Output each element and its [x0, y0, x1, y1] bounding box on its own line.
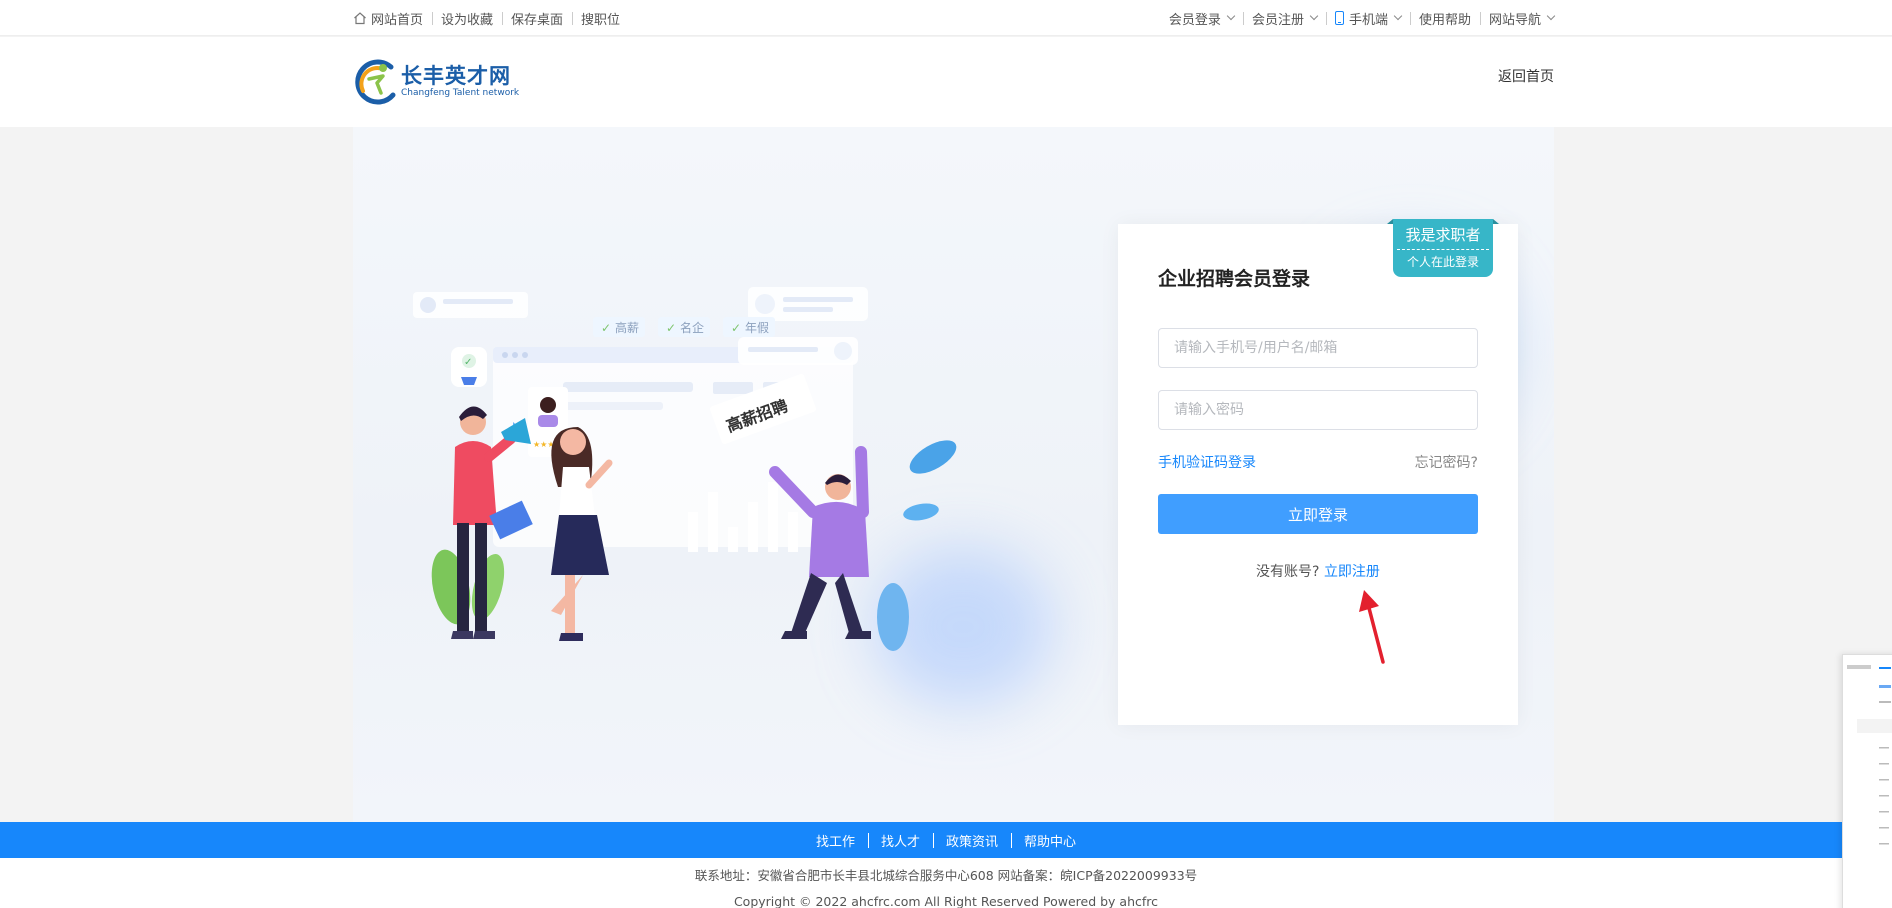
footer-copyright: Copyright © 2022 ahcfrc.com All Right Re…: [733, 894, 1159, 908]
topbar-home-link[interactable]: 网站首页: [353, 9, 432, 28]
back-home-link[interactable]: 返回首页: [1498, 66, 1554, 86]
login-title: 企业招聘会员登录: [1158, 268, 1311, 290]
mobile-menu[interactable]: 手机端: [1325, 9, 1410, 28]
footer-policy-news-link[interactable]: 政策资讯: [933, 831, 1011, 850]
login-button[interactable]: 立即登录: [1158, 494, 1478, 534]
svg-text:✓: ✓: [666, 321, 676, 335]
mobile-label: 手机端: [1348, 12, 1388, 28]
svg-text:✓: ✓: [464, 357, 472, 368]
topbar-save-desktop-link[interactable]: 保存桌面: [502, 9, 572, 28]
logo-mark-icon: [355, 59, 396, 105]
tag-high-salary: ✓ 高薪: [593, 317, 645, 337]
svg-text:年假: 年假: [745, 321, 769, 335]
footer-find-talent-link[interactable]: 找人才: [867, 831, 933, 850]
top-bar-left: 网站首页 设为收藏 保存桌面 搜职位: [353, 9, 620, 28]
footer-find-job-link[interactable]: 找工作: [803, 831, 868, 850]
logo-chinese-name: 长丰英才网: [401, 63, 511, 88]
floating-side-panel[interactable]: [1842, 654, 1892, 908]
site-nav-label: 网站导航: [1488, 12, 1541, 28]
top-bar-right: 会员登录 会员注册 手机端 使用帮助 网站导航: [1169, 9, 1556, 28]
svg-text:✓: ✓: [601, 321, 611, 335]
site-nav-menu[interactable]: 网站导航: [1479, 9, 1556, 28]
topbar-search-jobs-link[interactable]: 搜职位: [572, 9, 620, 28]
svg-text:名企: 名企: [680, 320, 704, 335]
footer-address: 联系地址：安徽省合肥市长丰县北城综合服务中心608 网站备案：皖ICP备2022…: [694, 868, 1198, 883]
no-account-text: 没有账号?: [1256, 564, 1320, 580]
personal-login-label: 个人在此登录: [1406, 255, 1479, 269]
job-seeker-login-tab[interactable]: 我是求职者 个人在此登录: [1387, 219, 1499, 277]
tag-annual-leave: ✓ 年假: [723, 317, 775, 337]
register-row: 没有账号? 立即注册: [1118, 561, 1518, 581]
member-login-menu[interactable]: 会员登录: [1169, 9, 1243, 28]
password-input[interactable]: [1158, 390, 1478, 430]
site-logo[interactable]: 长丰英才网 Changfeng Talent network: [353, 57, 519, 105]
register-link[interactable]: 立即注册: [1324, 564, 1380, 580]
member-login-label: 会员登录: [1168, 12, 1221, 28]
svg-text:高薪: 高薪: [615, 320, 639, 335]
member-register-menu[interactable]: 会员注册: [1242, 9, 1326, 28]
chevron-down-icon: [1393, 11, 1403, 21]
phone-icon: [1334, 11, 1344, 25]
recruitment-illustration: ✓ 高薪 ✓ 名企 ✓ 年假 ✓ ★★★★ 高薪招聘: [413, 287, 957, 651]
login-card: 企业招聘会员登录 我是求职者 个人在此登录 手机验证码登录 忘记密码? 立即登录…: [1118, 219, 1518, 725]
job-seeker-label: 我是求职者: [1405, 226, 1481, 244]
footer-info: 联系地址：安徽省合肥市长丰县北城综合服务中心608 网站备案：皖ICP备2022…: [0, 858, 1892, 908]
site-header: 长丰英才网 Changfeng Talent network 返回首页: [0, 37, 1892, 127]
username-input[interactable]: [1158, 328, 1478, 368]
chevron-down-icon: [1226, 11, 1236, 21]
topbar-home-label: 网站首页: [371, 12, 424, 28]
tag-famous-company: ✓ 名企: [658, 317, 710, 337]
footer-help-center-link[interactable]: 帮助中心: [1011, 831, 1089, 850]
sms-login-link[interactable]: 手机验证码登录: [1158, 452, 1256, 472]
side-panel-preview-icon: [1847, 665, 1892, 845]
footer-nav: 找工作 找人才 政策资讯 帮助中心: [0, 822, 1892, 858]
member-register-label: 会员注册: [1251, 12, 1304, 28]
red-arrow-icon: [1359, 590, 1385, 664]
login-options-row: 手机验证码登录 忘记密码?: [1158, 452, 1478, 472]
home-icon: [354, 12, 366, 25]
chevron-down-icon: [1309, 11, 1319, 21]
help-link[interactable]: 使用帮助: [1409, 9, 1480, 28]
topbar-favorite-link[interactable]: 设为收藏: [432, 9, 502, 28]
top-bar: 网站首页 设为收藏 保存桌面 搜职位 会员登录 会员注册 手机端 使用帮助 网站…: [0, 0, 1892, 36]
forgot-password-link[interactable]: 忘记密码?: [1415, 452, 1478, 472]
chevron-down-icon: [1546, 11, 1556, 21]
svg-text:✓: ✓: [731, 321, 741, 335]
logo-english-name: Changfeng Talent network: [401, 87, 520, 98]
